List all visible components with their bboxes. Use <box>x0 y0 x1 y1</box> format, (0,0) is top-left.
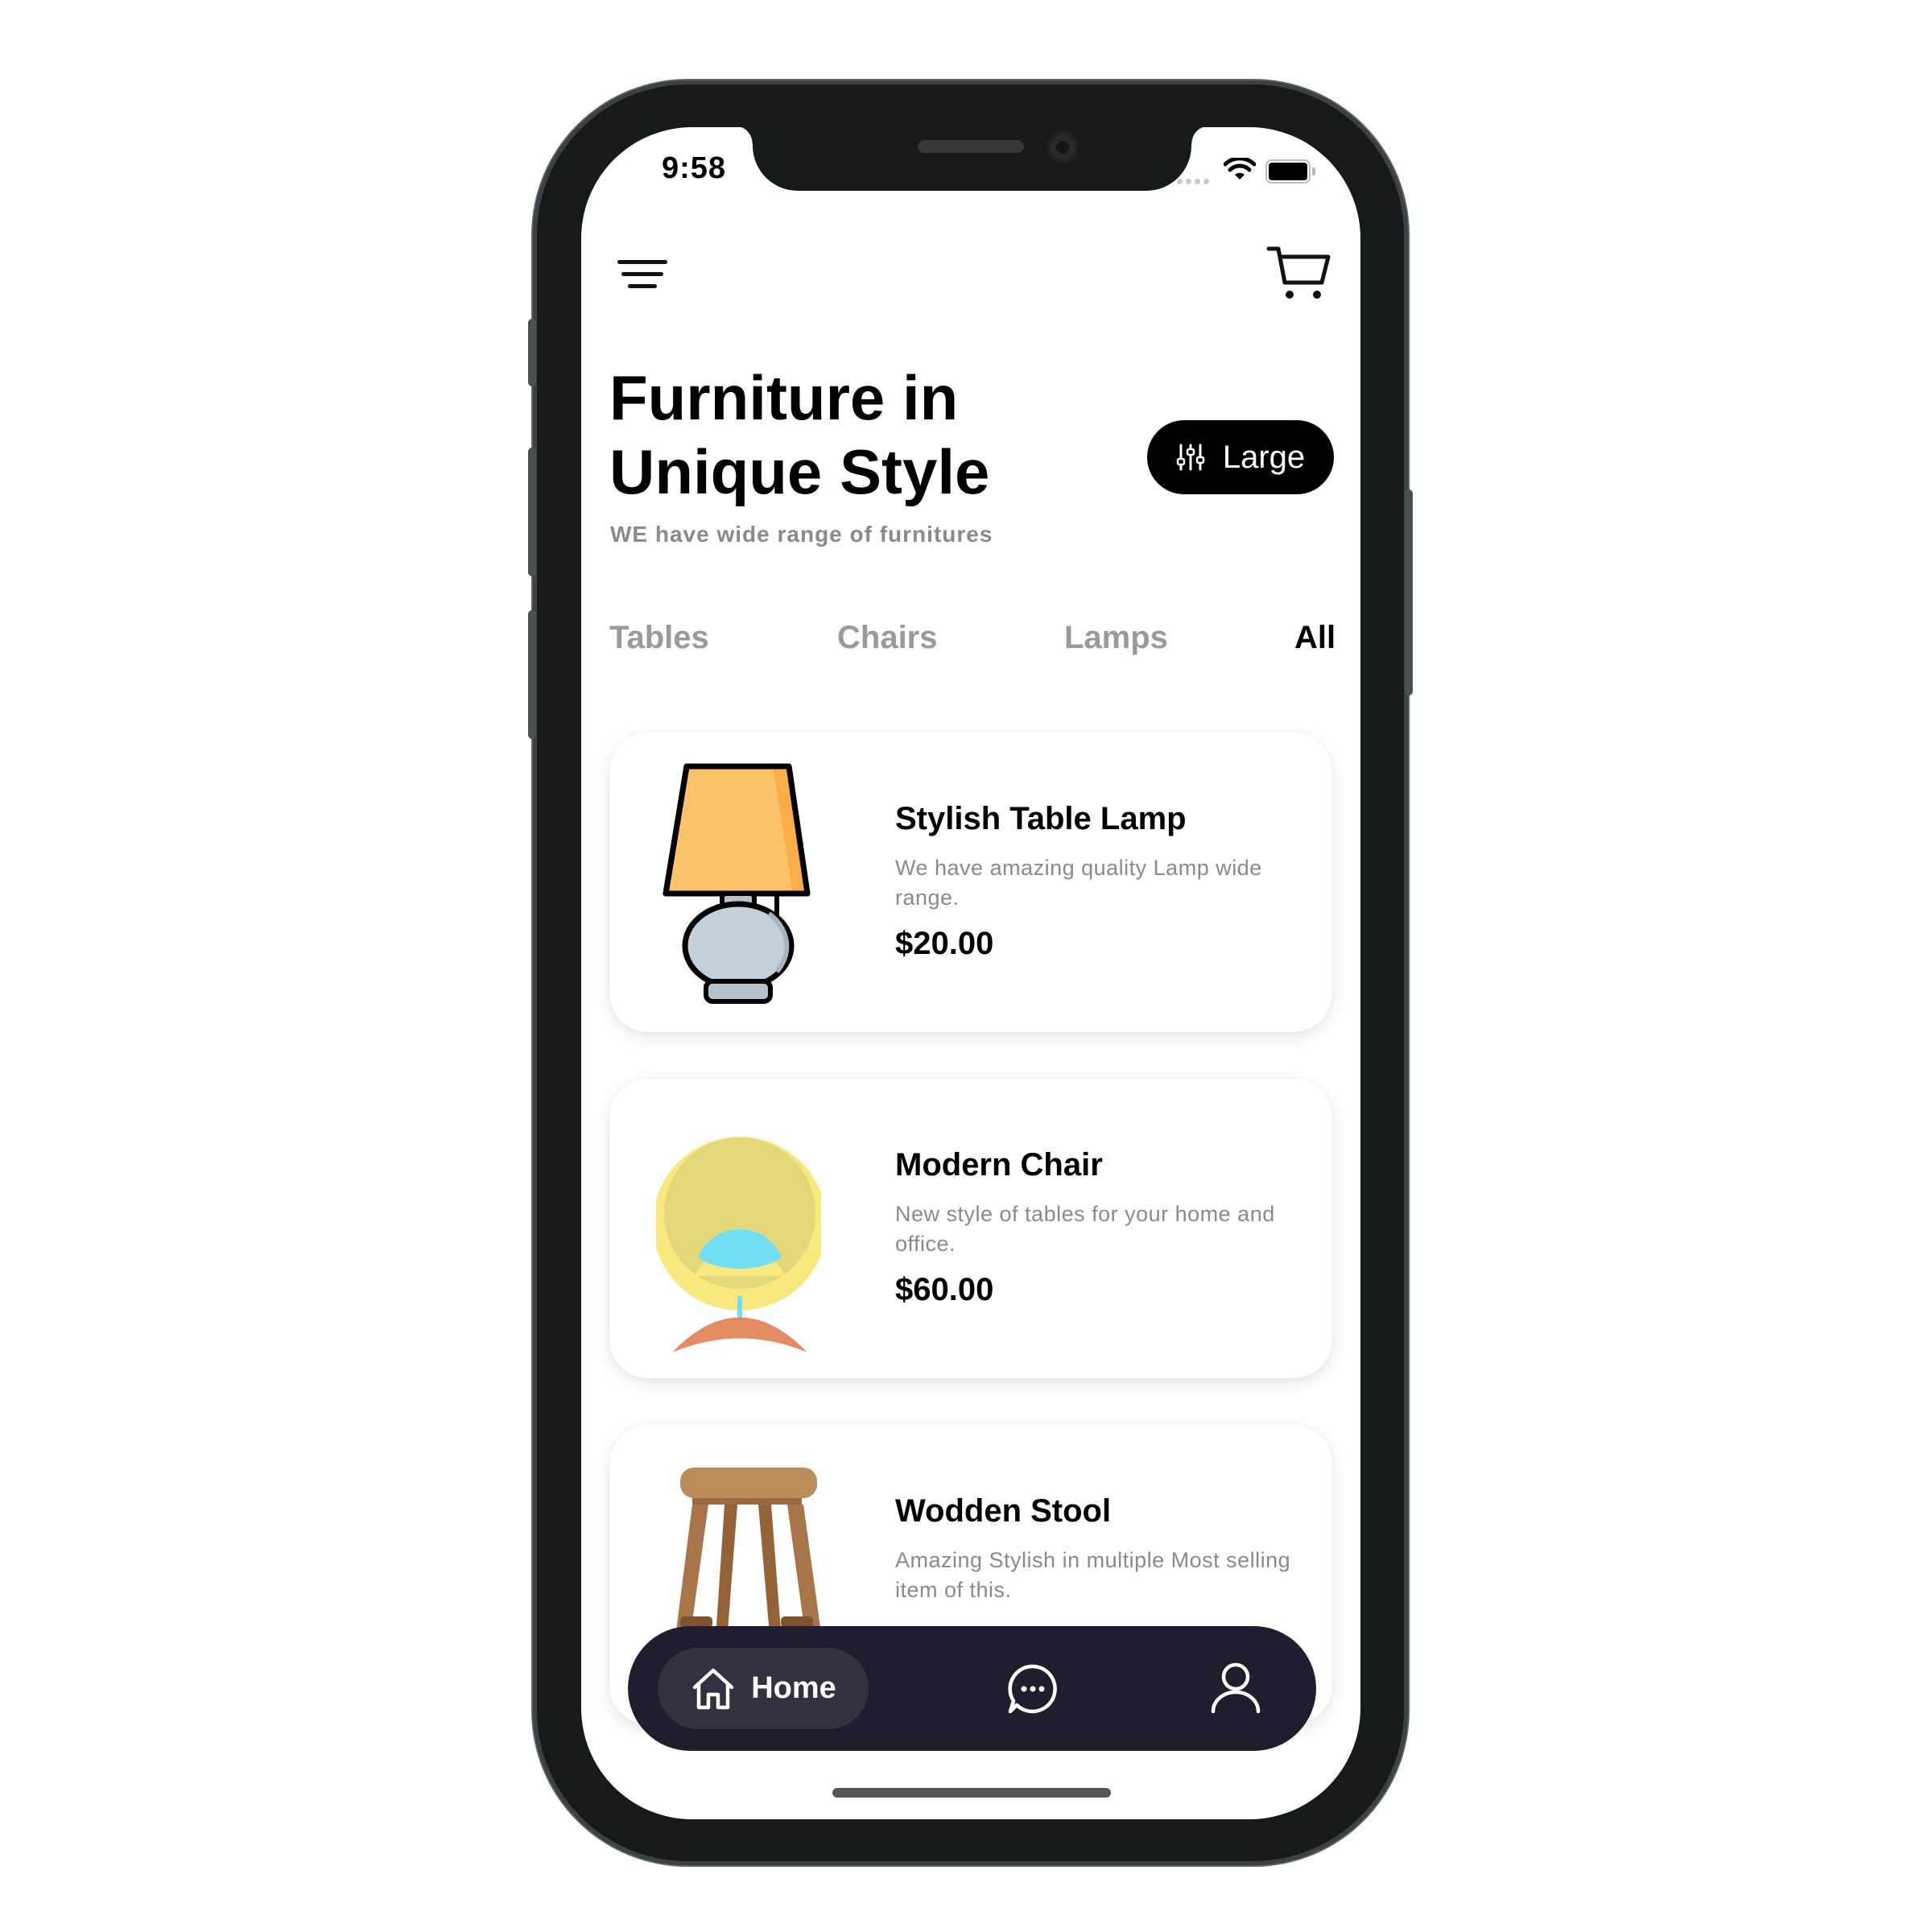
product-price: $20.00 <box>895 926 994 961</box>
user-profile-icon[interactable] <box>1209 1661 1262 1714</box>
product-description: We have amazing quality Lamp wide range. <box>895 856 1262 910</box>
product-name: Wodden Stool <box>895 1493 1112 1529</box>
volume-down-button <box>528 610 536 739</box>
power-button <box>1405 489 1413 696</box>
mute-switch <box>528 319 536 386</box>
bottom-navigation: Home <box>628 1626 1316 1751</box>
signal-icon <box>1177 179 1209 184</box>
tab-all[interactable]: All <box>1294 620 1335 656</box>
status-time: 9:58 <box>662 151 727 185</box>
size-filter-button[interactable]: Large <box>1147 420 1334 494</box>
page-subtitle: WE have wide range of furnitures <box>610 522 993 547</box>
product-card-table-lamp[interactable]: Stylish Table Lamp We have amazing quali… <box>609 733 1332 1032</box>
sliders-icon <box>1176 444 1205 471</box>
product-price: $60.00 <box>895 1272 994 1307</box>
volume-up-button <box>528 448 536 576</box>
tab-tables[interactable]: Tables <box>609 620 709 656</box>
page-title-line1: Furniture in <box>609 362 959 433</box>
product-name: Modern Chair <box>895 1147 1103 1183</box>
page-title: Furniture in Unique Style <box>609 361 1060 509</box>
page-title-line2: Unique Style <box>609 436 990 507</box>
product-description: New style of tables for your home and of… <box>895 1202 1275 1256</box>
nav-home-label: Home <box>751 1671 836 1705</box>
app-screen: 9:58 Furniture in Unique Style WE have w… <box>581 127 1360 1819</box>
ball-chair-icon <box>656 1137 821 1352</box>
table-lamp-icon <box>663 763 811 1004</box>
home-indicator <box>832 1788 1111 1798</box>
product-name: Stylish Table Lamp <box>895 801 1187 836</box>
notch <box>735 127 1209 191</box>
speaker <box>918 140 1024 153</box>
size-filter-label: Large <box>1222 439 1306 475</box>
wifi-icon <box>1224 158 1256 180</box>
tab-chairs[interactable]: Chairs <box>837 620 938 656</box>
product-description: Amazing Stylish in multiple Most selling… <box>895 1548 1291 1602</box>
home-icon <box>692 1668 734 1709</box>
chat-bubble-icon[interactable] <box>1006 1662 1059 1715</box>
menu-button[interactable] <box>617 252 674 300</box>
category-tabs: Tables Chairs Lamps All <box>581 620 1360 668</box>
front-camera <box>1046 131 1079 163</box>
product-card-modern-chair[interactable]: Modern Chair New style of tables for you… <box>609 1079 1332 1378</box>
battery-icon <box>1265 159 1315 184</box>
shopping-cart-icon[interactable] <box>1265 244 1334 304</box>
tab-lamps[interactable]: Lamps <box>1064 620 1168 656</box>
nav-home-button[interactable]: Home <box>658 1648 869 1729</box>
